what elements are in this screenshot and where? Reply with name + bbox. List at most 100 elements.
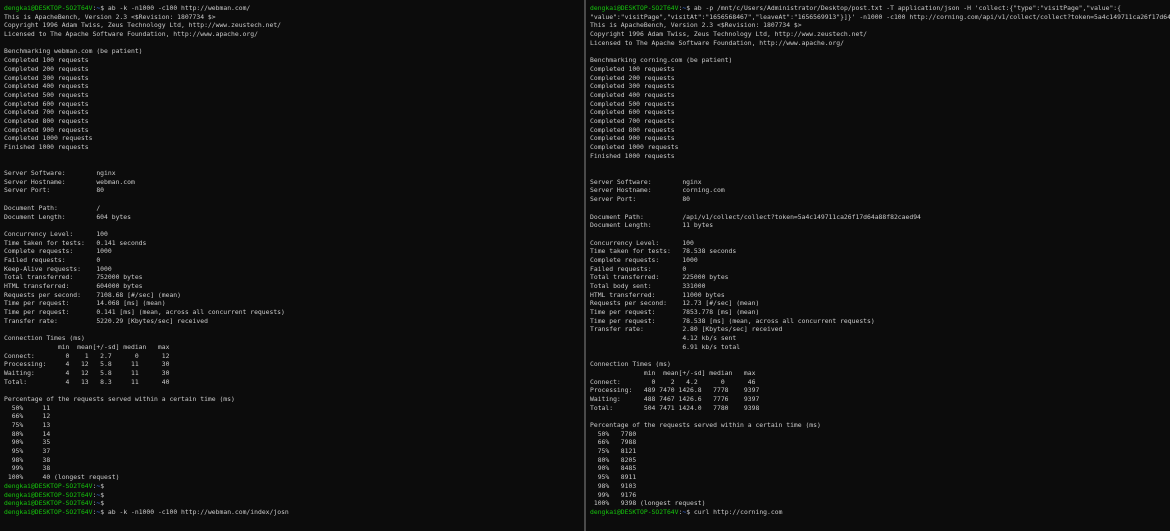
prompt-user: dengkai@DESKTOP-SO2T64V	[4, 499, 93, 508]
command-text: ab -k -n1000 -c100 http://webman.com/	[104, 4, 251, 12]
output-line: Time per request: 0.141 [ms] (mean, acro…	[4, 308, 285, 317]
output-line: Transfer rate: 5220.29 [Kbytes/sec] rece…	[4, 316, 208, 325]
output-line: Complete requests: 1000	[4, 247, 112, 256]
output-line: 100% 40 (longest request)	[4, 473, 120, 482]
output-line: Completed 100 requests	[4, 56, 89, 65]
output-line: Completed 300 requests	[590, 82, 675, 91]
output-line: 90% 35	[4, 438, 51, 447]
output-line: Completed 700 requests	[590, 116, 675, 125]
prompt-line: dengkai@DESKTOP-SO2T64V:~$	[4, 482, 584, 491]
output-line: 90% 8485	[590, 464, 637, 473]
output-line: 95% 37	[4, 447, 51, 456]
output-line: Document Length: 11 bytes	[590, 221, 714, 230]
output-line: Failed requests: 0	[4, 255, 101, 264]
output-line: Total transferred: 752000 bytes	[4, 273, 143, 282]
output-line: Completed 900 requests	[590, 134, 675, 143]
output-line: Copyright 1996 Adam Twiss, Zeus Technolo…	[4, 21, 282, 30]
output-line: Licensed to The Apache Software Foundati…	[590, 38, 844, 47]
prompt-line: dengkai@DESKTOP-SO2T64V:~$ curl http://c…	[590, 508, 1170, 517]
output-line: min mean[+/-sd] median max	[4, 342, 170, 351]
output-line: Failed requests: 0	[590, 264, 687, 273]
output-line: Completed 200 requests	[4, 64, 89, 73]
output-line: Waiting: 4 12 5.8 11 30	[4, 368, 170, 377]
prompt-line: dengkai@DESKTOP-SO2T64V:~$ ab -k -n1000 …	[4, 508, 584, 517]
output-line: Connection Times (ms)	[4, 334, 85, 343]
output-line: This is ApacheBench, Version 2.3 <$Revis…	[590, 21, 802, 30]
output-line: 4.12 kb/s sent	[590, 334, 737, 343]
output-line: 50% 7780	[590, 429, 637, 438]
command-text: ab -k -n1000 -c100 http://webman.com/ind…	[104, 507, 289, 516]
command-text: curl http://corning.com	[690, 507, 783, 516]
output-line: This is ApacheBench, Version 2.3 <$Revis…	[4, 12, 216, 21]
output-line: Document Path: /	[4, 203, 101, 212]
output-line: Waiting: 488 7467 1426.6 7776 9397	[590, 394, 760, 403]
prompt-line: dengkai@DESKTOP-SO2T64V:~$	[4, 491, 584, 500]
output-line: Completed 800 requests	[4, 116, 89, 125]
output-line: Total: 4 13 8.3 11 40	[4, 377, 170, 386]
output-line: Completed 300 requests	[4, 73, 89, 82]
output-line: 99% 9176	[590, 490, 637, 499]
output-line: 75% 8121	[590, 447, 637, 456]
output-line: Server Port: 80	[4, 186, 105, 195]
output-line: Time per request: 7853.778 [ms] (mean)	[590, 308, 760, 317]
output-line: Total body sent: 331000	[590, 282, 706, 290]
output-line: Completed 900 requests	[4, 125, 89, 134]
prompt-user: dengkai@DESKTOP-SO2T64V	[4, 4, 93, 12]
output-line: Processing: 489 7470 1426.8 7778 9397	[590, 386, 760, 395]
output-line: Percentage of the requests served within…	[4, 394, 235, 403]
output-line: Total: 504 7471 1424.0 7780 9398	[590, 403, 760, 412]
output-line: Server Software: nginx	[590, 177, 702, 186]
output-line: Completed 700 requests	[4, 108, 89, 117]
output-line: 98% 38	[4, 455, 51, 464]
prompt-symbol: $	[100, 499, 105, 508]
output-line: Finished 1000 requests	[4, 143, 89, 151]
prompt-symbol: $	[100, 481, 105, 490]
output-line: HTML transferred: 11000 bytes	[590, 290, 725, 299]
output-line: Server Software: nginx	[4, 169, 116, 178]
output-line: Document Path: /api/v1/collect/collect?t…	[590, 212, 921, 221]
output-line: Document Length: 604 bytes	[4, 212, 131, 221]
output-line: Connection Times (ms)	[590, 360, 671, 369]
output-line: Concurrency Level: 100	[590, 238, 694, 247]
prompt-line: dengkai@DESKTOP-SO2T64V:~$	[4, 499, 584, 508]
prompt-user: dengkai@DESKTOP-SO2T64V	[590, 507, 679, 516]
output-line: Completed 400 requests	[590, 90, 675, 99]
output-line: Licensed to The Apache Software Foundati…	[4, 30, 258, 39]
output-line: 98% 9103	[590, 481, 637, 490]
output-line: 6.91 kb/s total	[590, 342, 741, 351]
prompt-symbol: $	[100, 490, 105, 499]
output-line: Completed 600 requests	[4, 99, 89, 108]
output-line: Percentage of the requests served within…	[590, 421, 821, 429]
output-line: Complete requests: 1000	[590, 255, 698, 264]
output-line: Time per request: 14.068 [ms] (mean)	[4, 299, 166, 308]
output-line: Benchmarking webman.com (be patient)	[4, 47, 143, 56]
output-line: Transfer rate: 2.80 [Kbytes/sec] receive…	[590, 325, 783, 334]
output-line: Benchmarking corning.com (be patient)	[590, 56, 733, 65]
output-line: Completed 200 requests	[590, 73, 675, 82]
output-line: Total transferred: 225000 bytes	[590, 273, 729, 282]
output-line: Completed 400 requests	[4, 82, 89, 91]
output-line: Finished 1000 requests	[590, 151, 675, 160]
terminal-pane-right[interactable]: dengkai@DESKTOP-SO2T64V:~$ ab -p /mnt/c/…	[586, 0, 1170, 531]
output-line: Completed 800 requests	[590, 125, 675, 134]
output-line: 100% 9398 (longest request)	[590, 499, 706, 508]
output-line: Completed 600 requests	[590, 108, 675, 117]
output-line: min mean[+/-sd] median max	[590, 368, 756, 377]
output-line: 50% 11	[4, 403, 51, 412]
output-line: Server Port: 80	[590, 195, 691, 204]
output-line: 80% 14	[4, 429, 51, 438]
output-line: Processing: 4 12 5.8 11 30	[4, 360, 170, 369]
prompt-user: dengkai@DESKTOP-SO2T64V	[4, 481, 93, 490]
terminal-pane-left[interactable]: dengkai@DESKTOP-SO2T64V:~$ ab -k -n1000 …	[0, 0, 584, 531]
output-line: 66% 7988	[590, 438, 637, 447]
prompt-user: dengkai@DESKTOP-SO2T64V	[590, 4, 679, 12]
output-line: Completed 1000 requests	[590, 143, 679, 151]
